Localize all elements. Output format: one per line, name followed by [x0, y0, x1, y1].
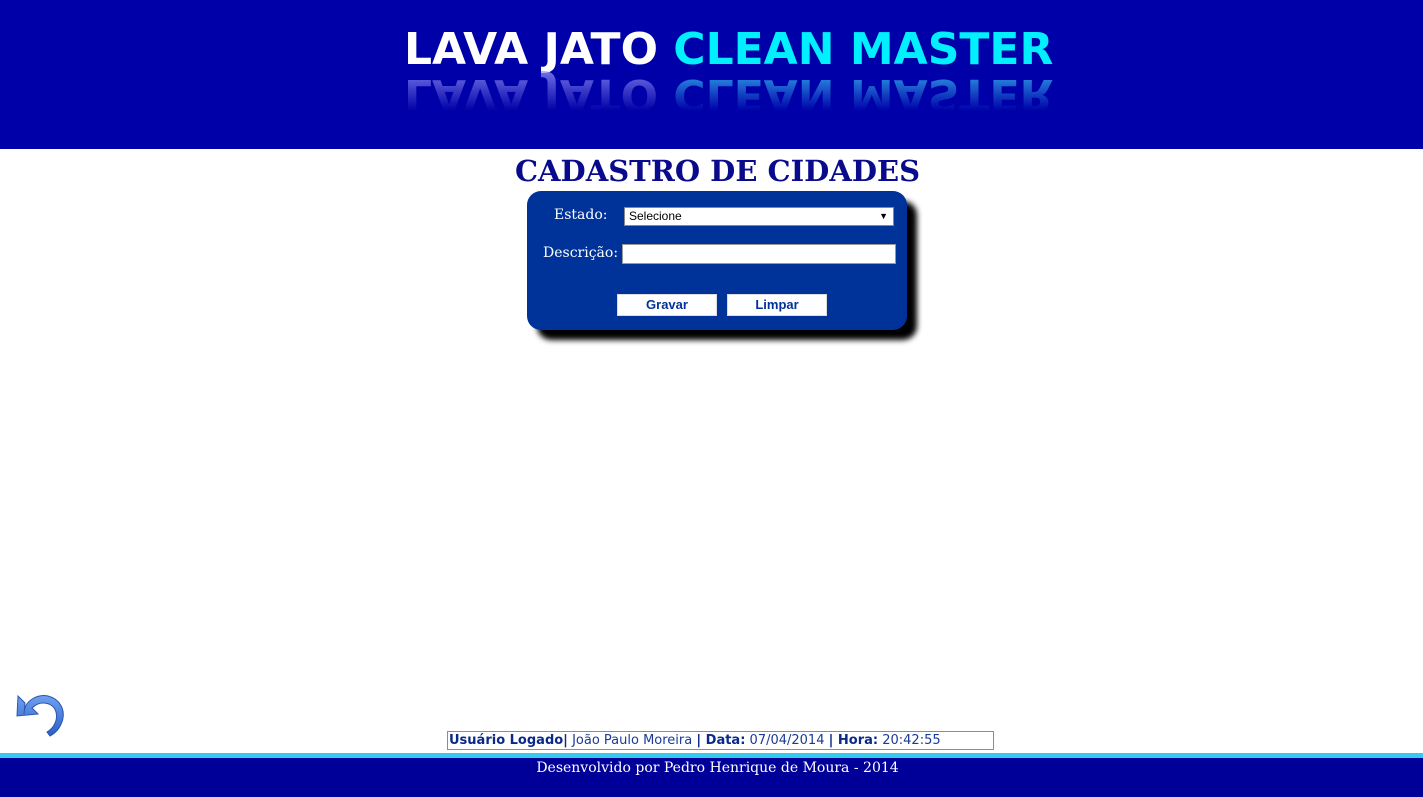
logo-text-part1: LAVA JATO	[404, 24, 658, 75]
time-label: | Hora:	[828, 733, 879, 748]
user-value: João Paulo Moreira	[572, 733, 693, 748]
logo-reflection-part2: CLEAN MASTER	[673, 69, 1054, 120]
estado-select-value: Selecione	[629, 209, 682, 223]
back-arrow-icon[interactable]	[14, 688, 66, 738]
gravar-button[interactable]: Gravar	[617, 294, 717, 316]
footer-credit: Desenvolvido por Pedro Henrique de Moura…	[536, 760, 899, 776]
session-status-bar: Usuário Logado| João Paulo Moreira | Dat…	[447, 731, 994, 750]
descricao-label: Descrição:	[543, 245, 619, 261]
time-value: 20:42:55	[882, 733, 941, 748]
logo-text-part2: CLEAN MASTER	[673, 24, 1054, 75]
logo-reflection-part1: LAVA JATO	[404, 69, 658, 120]
header-banner: LAVA JATO CLEAN MASTER LAVA JATO CLEAN M…	[0, 0, 1423, 149]
footer: Desenvolvido por Pedro Henrique de Moura…	[0, 758, 1423, 797]
back-arrow-graphic	[16, 694, 64, 737]
estado-label: Estado:	[554, 207, 608, 223]
site-logo: LAVA JATO CLEAN MASTER LAVA JATO CLEAN M…	[404, 24, 1053, 126]
user-label: Usuário Logado|	[449, 733, 568, 748]
chevron-down-icon: ▼	[879, 211, 888, 221]
date-label: | Data:	[696, 733, 746, 748]
estado-select[interactable]: Selecione ▼	[624, 207, 894, 226]
limpar-button[interactable]: Limpar	[727, 294, 827, 316]
page-title: CADASTRO DE CIDADES	[514, 154, 921, 188]
logo-text: LAVA JATO CLEAN MASTER	[404, 24, 1053, 75]
date-value: 07/04/2014	[749, 733, 825, 748]
logo-reflection: LAVA JATO CLEAN MASTER	[404, 69, 1054, 120]
city-form: Estado: Selecione ▼ Descrição: Gravar Li…	[527, 191, 907, 330]
descricao-input[interactable]	[622, 244, 896, 264]
page: LAVA JATO CLEAN MASTER LAVA JATO CLEAN M…	[0, 0, 1423, 797]
